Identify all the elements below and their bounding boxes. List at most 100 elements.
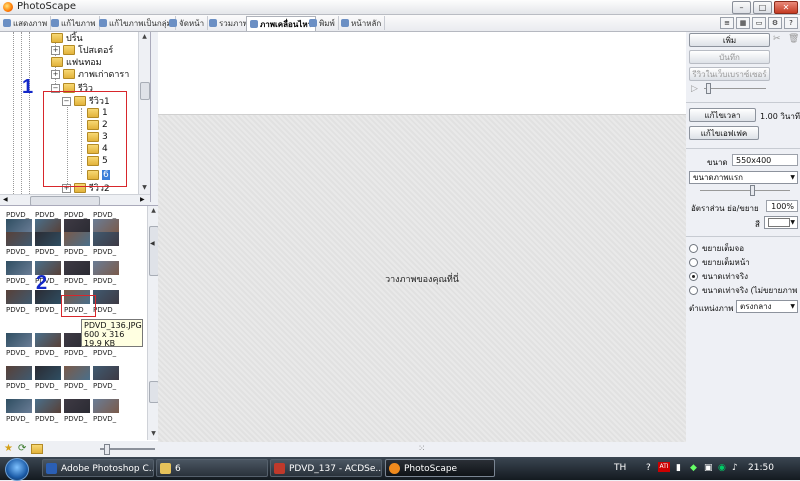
thumbnail-image[interactable]: [35, 333, 61, 347]
scroll-thumb[interactable]: [140, 82, 150, 100]
tree-item[interactable]: + ภาพเก่าดารา: [51, 68, 129, 80]
shield-icon[interactable]: ◆: [690, 463, 697, 473]
task-photoshop[interactable]: Adobe Photoshop C...: [42, 459, 154, 477]
thumbnail-image[interactable]: [64, 261, 90, 275]
scroll-up-icon[interactable]: ▲: [140, 33, 149, 42]
tab-viewer[interactable]: แสดงภาพ: [0, 16, 52, 30]
resize-grip-icon[interactable]: ⁙: [418, 444, 426, 454]
radio-circle[interactable]: [689, 258, 698, 267]
play-icon[interactable]: ▷: [691, 84, 698, 94]
thumbnail-item[interactable]: PDVD_: [35, 366, 61, 396]
thumbnail-item[interactable]: PDVD_: [6, 232, 32, 262]
thumbnail-image[interactable]: [64, 232, 90, 246]
thumbnail-item[interactable]: PDVD_: [64, 399, 90, 429]
thumbnail-image[interactable]: [93, 366, 119, 380]
preview-browser-button[interactable]: รีวิวในเว็บเบราซ์เซอร์: [689, 67, 770, 81]
thumbnail-item[interactable]: PDVD_: [6, 261, 32, 291]
thumbnail-item[interactable]: PDVD_: [6, 366, 32, 396]
thumbnail-item[interactable]: PDVD_: [6, 290, 32, 320]
thumbnail-image[interactable]: [6, 232, 32, 246]
close-button[interactable]: ✕: [774, 1, 798, 14]
task-folder[interactable]: 6: [156, 459, 268, 477]
thumbnail-image[interactable]: [93, 261, 119, 275]
tree-vertical-scrollbar[interactable]: ▲ ▼: [138, 32, 150, 194]
start-button[interactable]: [5, 458, 29, 481]
size-slider-knob[interactable]: [750, 185, 755, 196]
volume-icon[interactable]: ♪: [732, 463, 738, 473]
thumbnail-item[interactable]: PDVD_: [6, 333, 32, 363]
thumbnail-image[interactable]: [6, 366, 32, 380]
tab-page[interactable]: จัดหน้า: [166, 16, 209, 30]
connection-icon[interactable]: ◉: [718, 463, 726, 473]
thumbnail-image[interactable]: [64, 366, 90, 380]
thumbnail-image[interactable]: [6, 399, 32, 413]
minimize-button[interactable]: –: [732, 1, 751, 14]
help-icon[interactable]: ?: [784, 17, 798, 29]
thumbnail-image[interactable]: [35, 232, 61, 246]
thumbnail-item[interactable]: PDVD_: [35, 333, 61, 363]
thumbnail-item[interactable]: PDVD_: [93, 399, 119, 429]
radio-fit-screen[interactable]: ขยายเต็มจอ: [689, 242, 744, 255]
change-effect-button[interactable]: แก้ไขเอฟเฟค: [689, 126, 759, 140]
thumbnail-image[interactable]: [35, 219, 61, 233]
thumbnail-image[interactable]: [6, 219, 32, 233]
thumbnail-item[interactable]: PDVD_: [64, 366, 90, 396]
task-acdsee[interactable]: PDVD_137 - ACDSe...: [270, 459, 382, 477]
color-picker[interactable]: ▼: [764, 216, 798, 229]
thumbnail-image[interactable]: [6, 290, 32, 304]
ratio-value[interactable]: 100%: [766, 200, 798, 212]
panel-collapse-icon[interactable]: ◀: [150, 240, 155, 247]
monitor-icon[interactable]: ▣: [704, 463, 713, 473]
radio-actual-no-zoom[interactable]: ขนาดเท่าจริง (ไม่ขยายภาพ: [689, 284, 797, 297]
language-indicator[interactable]: TH: [614, 463, 626, 473]
task-photoscape[interactable]: PhotoScape: [385, 459, 495, 477]
scroll-right-icon[interactable]: ▶: [140, 196, 145, 203]
ati-icon[interactable]: ATI: [658, 462, 670, 472]
tab-editor[interactable]: แก้ไขภาพ: [48, 16, 100, 30]
thumbnail-item[interactable]: PDVD_: [93, 290, 119, 320]
radio-actual-size[interactable]: ขนาดเท่าจริง: [689, 270, 748, 283]
radio-circle[interactable]: [689, 286, 698, 295]
star-icon[interactable]: ★: [4, 443, 13, 454]
position-select[interactable]: ตรงกลาง ▼: [736, 300, 798, 313]
expand-icon[interactable]: +: [51, 45, 60, 55]
tab-print[interactable]: พิมพ์: [306, 16, 339, 30]
thumbnail-item[interactable]: PDVD_: [93, 232, 119, 262]
scroll-left-icon[interactable]: ◀: [3, 196, 8, 203]
tab-batch-editor[interactable]: แก้ไขภาพเป็นกลุ่ม: [96, 16, 176, 30]
thumbnail-image[interactable]: [93, 290, 119, 304]
radio-circle-selected[interactable]: [689, 272, 698, 281]
thumbnail-item[interactable]: PDVD_: [93, 366, 119, 396]
thumbnail-item[interactable]: PDVD_: [6, 399, 32, 429]
thumbnail-item[interactable]: PDVD_: [64, 232, 90, 262]
window-icon[interactable]: ▭: [752, 17, 766, 29]
scroll-down-icon[interactable]: ▼: [149, 430, 158, 439]
playback-knob[interactable]: [706, 83, 711, 94]
size-mode-select[interactable]: ขนาดภาพแรก ▼: [689, 171, 798, 184]
thumbnail-image[interactable]: [6, 333, 32, 347]
thumbnail-item[interactable]: PDVD_: [35, 399, 61, 429]
tools-icon[interactable]: ✂: [773, 34, 781, 44]
clock[interactable]: 21:50: [748, 463, 774, 473]
thumbnail-image[interactable]: [93, 399, 119, 413]
tab-home[interactable]: หน้าหลัก: [338, 16, 386, 30]
thumbnail-item[interactable]: PDVD_: [93, 261, 119, 291]
refresh-icon[interactable]: ⟳: [18, 443, 26, 454]
folder-icon[interactable]: [31, 444, 43, 454]
playback-track[interactable]: [704, 88, 766, 89]
thumbnail-item[interactable]: PDVD_: [64, 261, 90, 291]
slider-knob[interactable]: [104, 444, 110, 455]
change-time-button[interactable]: แก้ไขเวลา: [689, 108, 756, 122]
thumbnail-item[interactable]: PDVD_: [35, 232, 61, 262]
thumbnail-image[interactable]: [93, 219, 119, 233]
trash-icon[interactable]: 🗑: [788, 34, 799, 44]
save-button[interactable]: บันทึก: [689, 50, 770, 64]
menu-icon[interactable]: ≡: [720, 17, 734, 29]
add-button[interactable]: เพิ่ม: [689, 33, 770, 47]
radio-fit-page[interactable]: ขยายเต็มหน้า: [689, 256, 750, 269]
thumbnail-image[interactable]: [35, 366, 61, 380]
thumbnail-image[interactable]: [93, 232, 119, 246]
frame-strip[interactable]: [158, 32, 686, 114]
grid-icon[interactable]: ▦: [736, 17, 750, 29]
network-icon[interactable]: ▮: [676, 463, 681, 473]
